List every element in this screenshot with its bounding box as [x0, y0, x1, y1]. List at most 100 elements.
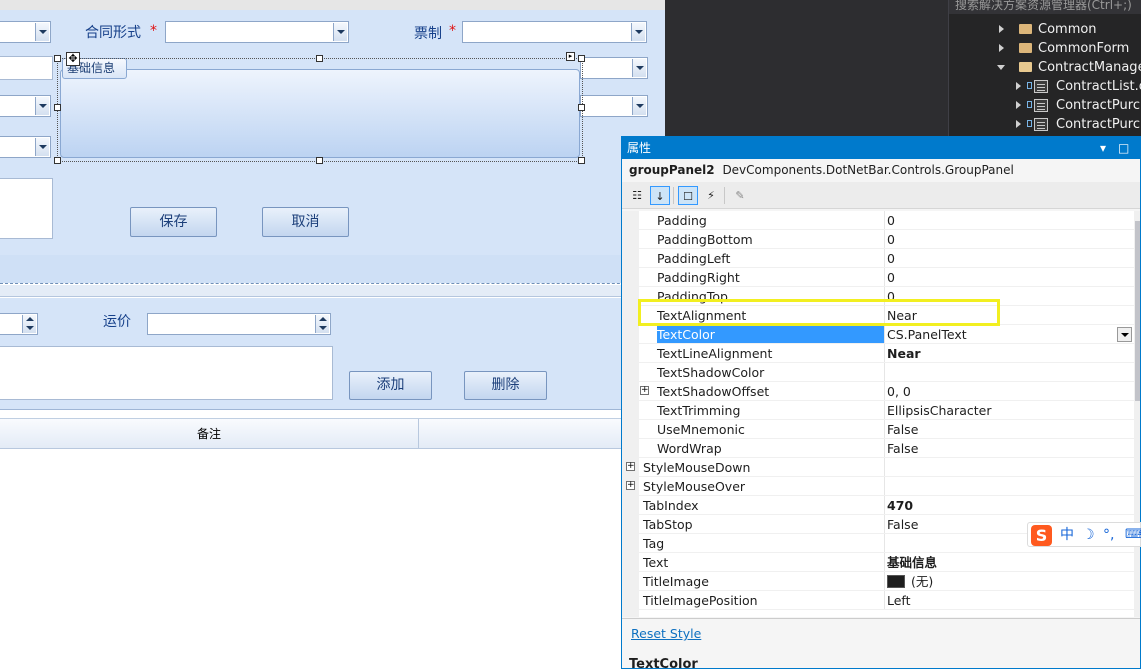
resize-handle-sw[interactable] — [54, 157, 61, 164]
property-row[interactable]: PaddingBottom 0 — [622, 230, 1134, 249]
property-row[interactable]: PaddingRight 0 — [622, 268, 1134, 287]
chevron-down-icon[interactable] — [35, 97, 49, 115]
chevron-down-icon[interactable] — [631, 23, 645, 41]
chevron-down-icon[interactable] — [35, 138, 49, 156]
expand-arrow-icon[interactable] — [1016, 120, 1021, 128]
move-icon[interactable]: ✥ — [66, 52, 80, 66]
property-value[interactable]: 0 — [884, 230, 1134, 249]
property-row[interactable]: TextColor CS.PanelText — [622, 325, 1134, 344]
cancel-button[interactable]: 取消 — [262, 207, 349, 237]
property-row[interactable]: TextTrimming EllipsisCharacter — [622, 401, 1134, 420]
spinner-icon[interactable] — [22, 315, 36, 333]
numeric-partial[interactable] — [0, 313, 38, 335]
resize-handle-n[interactable] — [316, 55, 323, 62]
resize-handle-w[interactable] — [54, 104, 61, 111]
property-value[interactable]: Near — [884, 344, 1134, 363]
property-value[interactable]: 0 — [884, 268, 1134, 287]
events-icon[interactable]: ⚡ — [701, 186, 721, 205]
property-row[interactable]: TextShadowColor — [622, 363, 1134, 382]
column-header-remarks[interactable]: 备注 — [0, 419, 419, 449]
property-row[interactable]: TitleImage (无) — [622, 572, 1134, 591]
property-row[interactable]: + TextShadowOffset 0, 0 — [622, 382, 1134, 401]
scrollbar-thumb[interactable] — [1135, 221, 1140, 401]
chevron-down-icon[interactable] — [35, 23, 49, 41]
categorized-icon[interactable]: ☷ — [627, 186, 647, 205]
spinner-icon[interactable] — [315, 315, 329, 333]
property-value[interactable] — [884, 363, 1134, 382]
property-grid-scrollbar[interactable] — [1134, 211, 1140, 617]
chevron-down-icon[interactable] — [632, 59, 646, 77]
punctuation-icon[interactable]: °, — [1103, 526, 1114, 544]
property-value[interactable]: False — [884, 420, 1134, 439]
object-selector[interactable]: groupPanel2 DevComponents.DotNetBar.Cont… — [622, 159, 1140, 181]
property-row[interactable]: TextLineAlignment Near — [622, 344, 1134, 363]
property-row[interactable]: UseMnemonic False — [622, 420, 1134, 439]
combo-partial-4[interactable] — [0, 136, 51, 158]
property-value[interactable]: 0 — [884, 211, 1134, 230]
property-value[interactable]: (无) — [884, 572, 1134, 591]
keyboard-icon[interactable]: ⌨ — [1125, 526, 1141, 544]
expand-plus-icon[interactable]: + — [640, 386, 649, 395]
multiline-partial[interactable] — [0, 178, 53, 239]
invoice-system-combo[interactable] — [462, 21, 647, 43]
ime-toolbar[interactable]: S 中 ☽ °, ⌨ — [1027, 522, 1141, 547]
property-row[interactable]: TitleImagePosition Left — [622, 591, 1134, 610]
expand-plus-icon[interactable]: + — [626, 462, 635, 471]
property-row[interactable]: Padding 0 — [622, 211, 1134, 230]
property-row[interactable]: WordWrap False — [622, 439, 1134, 458]
property-row[interactable]: + StyleMouseDown — [622, 458, 1134, 477]
resize-handle-s[interactable] — [316, 157, 323, 164]
tree-item-contractmanage[interactable]: ContractManage — [949, 58, 1141, 77]
expand-plus-icon[interactable]: + — [626, 481, 635, 490]
property-row[interactable]: + StyleMouseOver — [622, 477, 1134, 496]
remarks-textarea[interactable] — [0, 346, 333, 400]
tree-item-contractlist[interactable]: ContractList.cs — [949, 77, 1141, 96]
combo-partial-3[interactable] — [0, 95, 51, 117]
property-row[interactable]: Text 基础信息 — [622, 553, 1134, 572]
smart-tag-icon[interactable]: ▸ — [566, 52, 575, 61]
property-value[interactable]: 0 — [884, 249, 1134, 268]
property-value[interactable] — [884, 477, 1134, 496]
resize-handle-se[interactable] — [578, 157, 585, 164]
resize-handle-nw[interactable] — [54, 55, 61, 62]
property-value[interactable]: 0, 0 — [884, 382, 1134, 401]
reset-style-link[interactable]: Reset Style — [631, 626, 701, 641]
expand-arrow-icon[interactable] — [1016, 101, 1021, 109]
moon-icon[interactable]: ☽ — [1082, 526, 1095, 544]
property-value[interactable]: CS.PanelText — [884, 325, 1134, 344]
chevron-down-icon[interactable] — [1117, 327, 1132, 342]
tree-item-common[interactable]: Common — [949, 20, 1141, 39]
tree-item-commonform[interactable]: CommonForm — [949, 39, 1141, 58]
collapse-arrow-icon[interactable] — [997, 65, 1005, 70]
form-designer-canvas[interactable]: 合同形式 * 票制 * 基础信息 ✥ ▸ 保存 取消 运价 添加 删除 备注 — [0, 0, 665, 669]
combo-right-2[interactable] — [580, 57, 648, 79]
tree-item-contractpurchase-1[interactable]: ContractPurcha — [949, 96, 1141, 115]
property-value[interactable]: EllipsisCharacter — [884, 401, 1134, 420]
maximize-icon[interactable]: □ — [1118, 137, 1129, 159]
tree-item-contractpurchase-2[interactable]: ContractPurcha — [949, 115, 1141, 134]
solution-search-input[interactable]: 搜索解决方案资源管理器(Ctrl+;) — [949, 0, 1141, 14]
property-value[interactable] — [884, 458, 1134, 477]
property-value[interactable]: 基础信息 — [884, 553, 1134, 572]
alphabetical-icon[interactable]: ↓ — [650, 186, 670, 205]
resize-handle-ne[interactable] — [578, 55, 585, 62]
property-pages-icon[interactable]: ✎ — [730, 186, 750, 205]
properties-icon[interactable]: ☐ — [678, 186, 698, 205]
contract-form-combo[interactable] — [165, 21, 349, 43]
freight-input[interactable] — [147, 313, 331, 335]
delete-button[interactable]: 删除 — [464, 371, 547, 400]
chevron-down-icon[interactable] — [632, 97, 646, 115]
combo-partial-1[interactable] — [0, 21, 51, 43]
window-position-icon[interactable]: ▾ — [1100, 137, 1106, 159]
resize-handle-e[interactable] — [578, 104, 585, 111]
combo-right-3[interactable] — [580, 95, 648, 117]
chevron-down-icon[interactable] — [333, 23, 347, 41]
sogou-logo-icon[interactable]: S — [1031, 525, 1052, 546]
field-partial-2[interactable] — [0, 56, 53, 80]
expand-arrow-icon[interactable] — [999, 44, 1004, 52]
property-row[interactable]: TabIndex 470 — [622, 496, 1134, 515]
ime-mode-label[interactable]: 中 — [1060, 526, 1074, 544]
property-value[interactable]: 470 — [884, 496, 1134, 515]
save-button[interactable]: 保存 — [130, 207, 217, 237]
expand-arrow-icon[interactable] — [999, 25, 1004, 33]
